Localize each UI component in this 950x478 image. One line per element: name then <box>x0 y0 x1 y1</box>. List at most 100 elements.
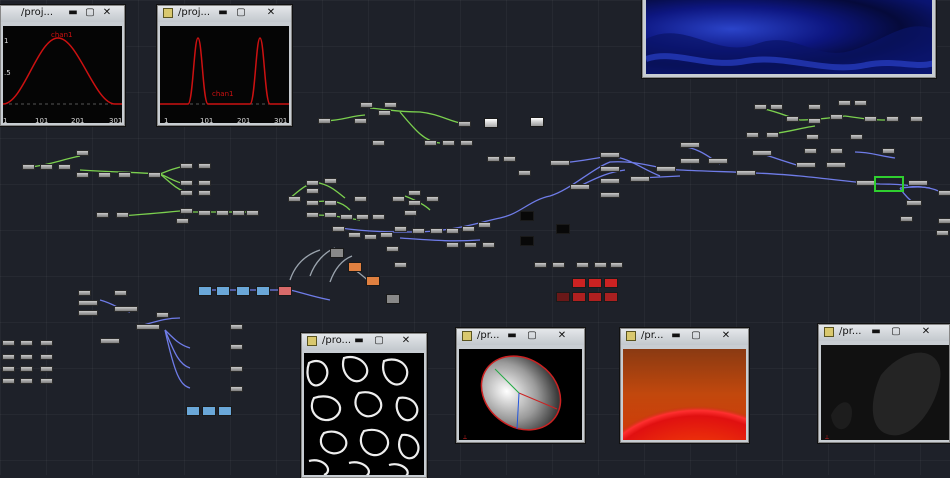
operator-node[interactable] <box>430 228 443 234</box>
close-button[interactable]: ✕ <box>919 326 933 338</box>
operator-node[interactable] <box>680 142 700 148</box>
chart-viewer-window-2[interactable]: /proj... ▬ ▢ ✕ chan1 1 101 201 301 <box>157 5 292 126</box>
image-thumbnail[interactable] <box>256 286 270 296</box>
chart-viewer-window-1[interactable]: /proj... ▬ ▢ ✕ chan1 1 .5 1 101 201 301 <box>0 5 125 126</box>
operator-node[interactable] <box>230 324 243 330</box>
operator-node[interactable] <box>938 218 950 224</box>
operator-node[interactable] <box>148 172 161 178</box>
operator-node[interactable] <box>936 230 949 236</box>
image-thumbnail[interactable] <box>604 278 618 288</box>
operator-node[interactable] <box>680 158 700 164</box>
operator-node[interactable] <box>180 190 193 196</box>
operator-node[interactable] <box>460 140 473 146</box>
viewer-title-bar[interactable]: /pr... ▬ ▢ ✕ <box>819 325 949 341</box>
image-thumbnail[interactable] <box>556 292 570 302</box>
minimize-button[interactable]: ▬ <box>352 335 366 347</box>
operator-node[interactable] <box>552 262 565 268</box>
operator-node[interactable] <box>806 134 819 140</box>
operator-node[interactable] <box>856 180 876 186</box>
operator-node[interactable] <box>20 354 33 360</box>
operator-node[interactable] <box>76 150 89 156</box>
image-thumbnail[interactable] <box>218 406 232 416</box>
operator-node[interactable] <box>600 178 620 184</box>
operator-node[interactable] <box>426 196 439 202</box>
maximize-button[interactable]: ▢ <box>525 330 539 342</box>
operator-node[interactable] <box>324 200 337 206</box>
close-button[interactable]: ✕ <box>100 7 114 19</box>
image-thumbnail[interactable] <box>588 292 602 302</box>
operator-node[interactable] <box>198 190 211 196</box>
operator-node[interactable] <box>442 140 455 146</box>
operator-node[interactable] <box>503 156 516 162</box>
operator-node[interactable] <box>830 148 843 154</box>
image-thumbnail[interactable] <box>386 294 400 304</box>
selected-operator-node[interactable] <box>874 176 904 192</box>
operator-node[interactable] <box>394 226 407 232</box>
operator-node[interactable] <box>372 214 385 220</box>
operator-node[interactable] <box>736 170 756 176</box>
operator-node[interactable] <box>246 210 259 216</box>
operator-node[interactable] <box>882 148 895 154</box>
image-thumbnail[interactable] <box>330 248 344 258</box>
operator-node[interactable] <box>306 212 319 218</box>
image-thumbnail[interactable] <box>572 278 586 288</box>
operator-node[interactable] <box>306 180 319 186</box>
operator-node[interactable] <box>40 366 53 372</box>
operator-node[interactable] <box>2 340 15 346</box>
operator-node[interactable] <box>20 366 33 372</box>
maximize-button[interactable]: ▢ <box>234 7 248 19</box>
operator-node[interactable] <box>230 386 243 392</box>
minimize-button[interactable]: ▬ <box>216 7 230 19</box>
operator-node[interactable] <box>458 121 471 127</box>
operator-node[interactable] <box>487 156 500 162</box>
operator-node[interactable] <box>412 228 425 234</box>
maximize-button[interactable]: ▢ <box>889 326 903 338</box>
operator-node[interactable] <box>906 200 922 206</box>
operator-node[interactable] <box>354 196 367 202</box>
operator-node[interactable] <box>332 226 345 232</box>
operator-node[interactable] <box>2 378 15 384</box>
operator-node[interactable] <box>76 172 89 178</box>
viewer-title-bar[interactable]: /pr... ▬ ▢ ✕ <box>621 329 748 345</box>
image-thumbnail[interactable] <box>520 236 534 246</box>
operator-node[interactable] <box>20 378 33 384</box>
maximize-button[interactable]: ▢ <box>83 7 97 19</box>
operator-node[interactable] <box>40 164 53 170</box>
operator-node[interactable] <box>384 102 397 108</box>
image-thumbnail[interactable] <box>530 117 544 127</box>
operator-node[interactable] <box>766 132 779 138</box>
operator-node[interactable] <box>808 118 821 124</box>
noise-viewer-window[interactable]: /pro... ▬ ▢ ✕ <box>301 333 427 478</box>
operator-node[interactable] <box>462 226 475 232</box>
image-thumbnail[interactable] <box>202 406 216 416</box>
operator-node[interactable] <box>58 164 71 170</box>
operator-node[interactable] <box>900 216 913 222</box>
operator-node[interactable] <box>198 163 211 169</box>
operator-node[interactable] <box>22 164 35 170</box>
operator-node[interactable] <box>446 242 459 248</box>
image-thumbnail[interactable] <box>572 292 586 302</box>
operator-node[interactable] <box>230 344 243 350</box>
operator-node[interactable] <box>826 162 846 168</box>
operator-node[interactable] <box>478 222 491 228</box>
operator-node[interactable] <box>610 262 623 268</box>
operator-node[interactable] <box>318 118 331 124</box>
operator-node[interactable] <box>372 140 385 146</box>
operator-node[interactable] <box>796 162 816 168</box>
operator-node[interactable] <box>910 116 923 122</box>
operator-node[interactable] <box>394 262 407 268</box>
viewer-title-bar[interactable]: /proj... ▬ ▢ ✕ <box>1 6 124 22</box>
operator-node[interactable] <box>386 246 399 252</box>
operator-node[interactable] <box>348 232 361 238</box>
operator-node[interactable] <box>518 170 531 176</box>
image-thumbnail[interactable] <box>198 286 212 296</box>
operator-node[interactable] <box>78 300 98 306</box>
operator-node[interactable] <box>808 104 821 110</box>
operator-node[interactable] <box>198 180 211 186</box>
operator-node[interactable] <box>216 210 229 216</box>
operator-node[interactable] <box>40 354 53 360</box>
operator-node[interactable] <box>306 200 319 206</box>
minimize-button[interactable]: ▬ <box>66 7 80 19</box>
viewer-title-bar[interactable]: /proj... ▬ ▢ ✕ <box>158 6 291 22</box>
operator-node[interactable] <box>594 262 607 268</box>
